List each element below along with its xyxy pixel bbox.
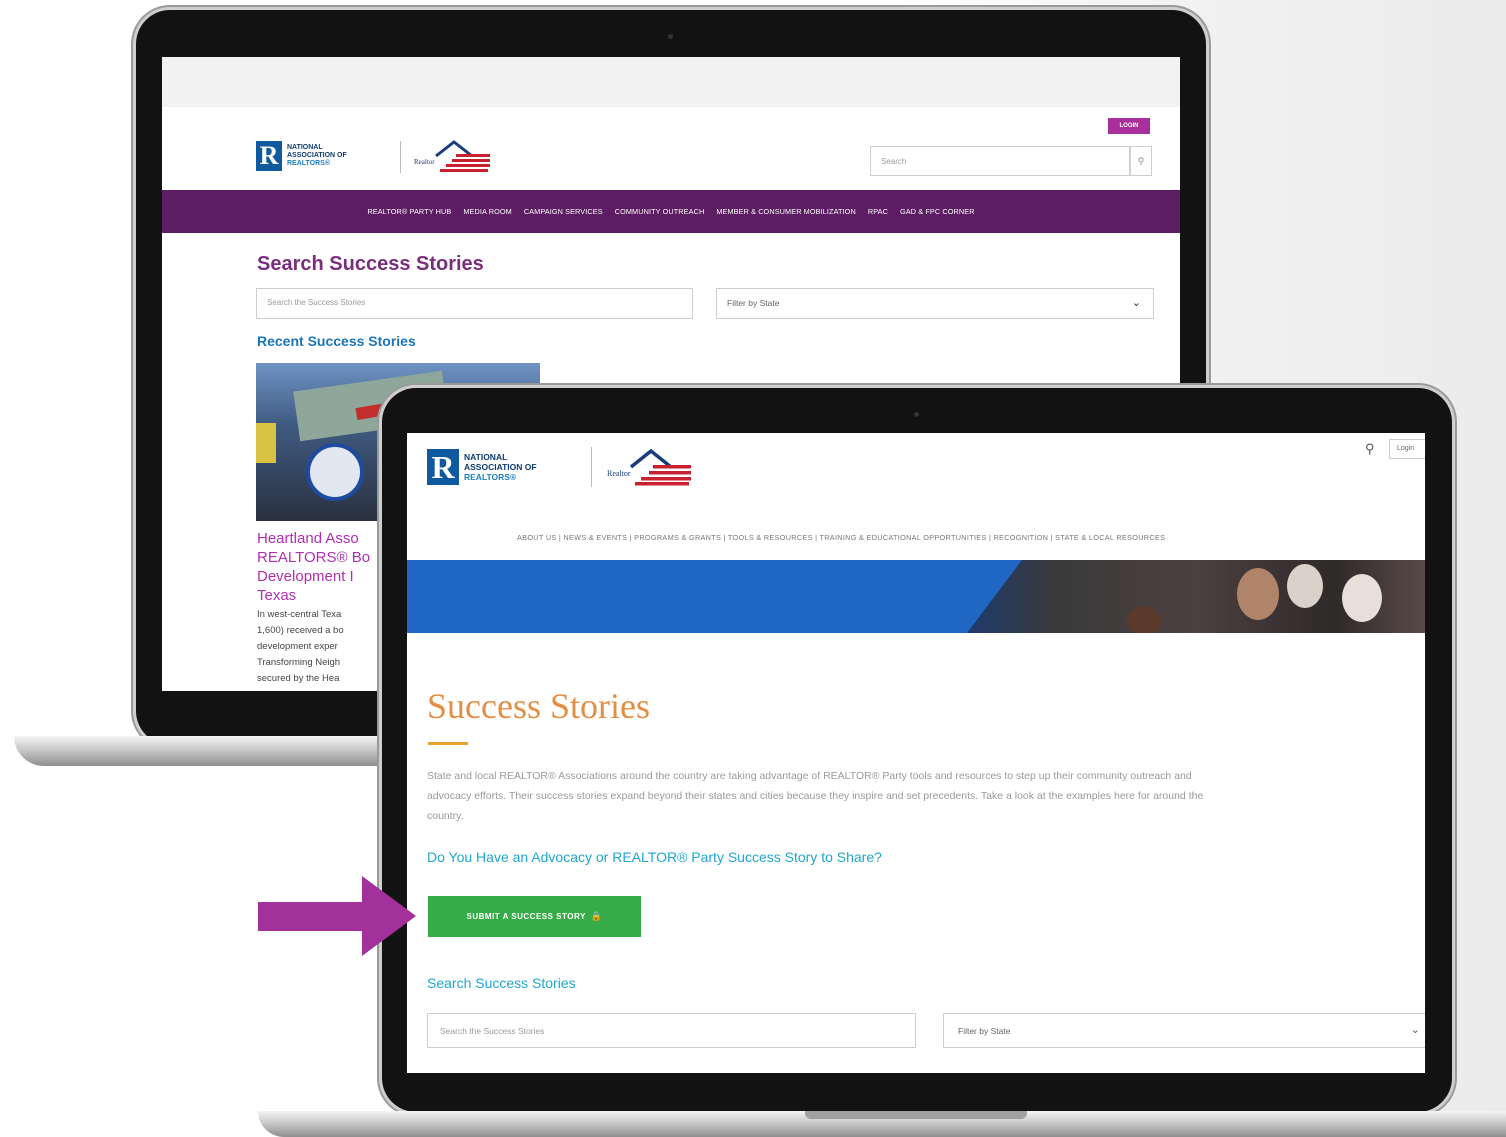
story-text-line: In west-central Texa: [257, 609, 342, 620]
page-title: Search Success Stories: [257, 253, 484, 275]
nav-item[interactable]: GAD & FPC CORNER: [900, 207, 975, 216]
realtor-party-flag-icon[interactable]: Realtor: [605, 449, 697, 487]
intro-line: advocacy efforts. Their success stories …: [427, 790, 1204, 802]
nar-r-logo-icon: R: [256, 141, 282, 171]
story-excerpt: In west-central Texa 1,600) received a b…: [257, 607, 344, 687]
realtor-party-flag-icon[interactable]: Realtor: [412, 140, 496, 174]
logo-line: REALTORS®: [464, 472, 517, 482]
story-search-placeholder: Search the Success Stories: [440, 1026, 545, 1036]
nav-item[interactable]: REALTOR® PARTY HUB: [367, 207, 451, 216]
story-text-line: development exper: [257, 641, 338, 652]
login-button[interactable]: Login: [1389, 439, 1425, 459]
logo-line: REALTORS®: [287, 160, 331, 167]
nav-item[interactable]: MEDIA ROOM: [463, 207, 511, 216]
site-search-input[interactable]: Search: [870, 146, 1130, 176]
back-laptop-camera: [668, 34, 673, 39]
main-nav: REALTOR® PARTY HUB MEDIA ROOM CAMPAIGN S…: [162, 190, 1180, 233]
story-title-line: Texas: [257, 587, 297, 604]
front-laptop-camera: [914, 412, 919, 417]
logo-divider: [591, 447, 592, 487]
logo-divider: [400, 141, 401, 173]
search-stories-heading: Search Success Stories: [427, 975, 576, 991]
state-filter-select[interactable]: Filter by State ⌄: [943, 1013, 1425, 1048]
story-title-line: REALTORS® Bo: [257, 549, 371, 566]
search-icon[interactable]: ⚲: [1365, 441, 1375, 457]
story-search-input[interactable]: Search the Success Stories: [427, 1013, 916, 1048]
title-underline: [428, 742, 468, 745]
search-icon[interactable]: ⚲: [1130, 146, 1152, 176]
story-text-line: Transforming Neigh: [257, 657, 341, 668]
share-question-link[interactable]: Do You Have an Advocacy or REALTOR® Part…: [427, 849, 882, 865]
login-button[interactable]: LOGIN: [1108, 118, 1150, 134]
arrow-right-icon: [258, 876, 416, 956]
logo-line: NATIONAL: [464, 452, 508, 462]
nav-item[interactable]: MEMBER & CONSUMER MOBILIZATION: [716, 207, 856, 216]
state-filter-label: Filter by State: [727, 298, 780, 308]
logo-line: ASSOCIATION OF: [287, 152, 347, 159]
main-nav[interactable]: ABOUT US | NEWS & EVENTS | PROGRAMS & GR…: [517, 533, 1165, 542]
nav-item[interactable]: RPAC: [868, 207, 888, 216]
intro-line: country.: [427, 810, 464, 822]
nar-logo[interactable]: R NATIONAL ASSOCIATION OF REALTORS®: [427, 449, 537, 485]
front-laptop-screen: R NATIONAL ASSOCIATION OF REALTORS® Real…: [407, 433, 1425, 1073]
intro-line: State and local REALTOR® Associations ar…: [427, 770, 1192, 782]
intro-paragraph: State and local REALTOR® Associations ar…: [427, 766, 1425, 826]
logo-line: ASSOCIATION OF: [464, 462, 537, 472]
search-placeholder: Search: [881, 157, 907, 166]
nav-item[interactable]: COMMUNITY OUTREACH: [615, 207, 705, 216]
submit-success-story-button[interactable]: SUBMIT A SUCCESS STORY 🔒: [428, 896, 641, 937]
story-search-input[interactable]: Search the Success Stories: [256, 288, 693, 319]
story-title-line: Heartland Asso: [257, 530, 359, 547]
state-filter-label: Filter by State: [958, 1026, 1011, 1036]
nav-item[interactable]: CAMPAIGN SERVICES: [524, 207, 603, 216]
story-title[interactable]: Heartland Asso REALTORS® Bo Development …: [257, 529, 370, 605]
logo-line: NATIONAL: [287, 144, 323, 151]
chevron-down-icon: ⌄: [1410, 1024, 1420, 1036]
nar-r-logo-icon: R: [427, 449, 459, 485]
hero-banner: [407, 560, 1425, 633]
state-filter-select[interactable]: Filter by State ⌄: [716, 288, 1154, 319]
nar-logo[interactable]: R NATIONAL ASSOCIATION OF REALTORS®: [256, 141, 347, 171]
story-text-line: secured by the Hea: [257, 673, 340, 684]
svg-text:Realtor: Realtor: [607, 469, 631, 478]
svg-text:Realtor: Realtor: [414, 158, 435, 166]
lock-icon: 🔒: [590, 911, 603, 921]
submit-label: SUBMIT A SUCCESS STORY: [466, 912, 586, 921]
recent-stories-heading: Recent Success Stories: [257, 333, 416, 349]
laptop-notch: [805, 1111, 1027, 1119]
chevron-down-icon: ⌄: [1131, 297, 1141, 309]
page-title: Success Stories: [427, 686, 650, 726]
story-search-placeholder: Search the Success Stories: [267, 298, 366, 307]
story-title-line: Development I: [257, 568, 354, 585]
story-text-line: 1,600) received a bo: [257, 625, 344, 636]
